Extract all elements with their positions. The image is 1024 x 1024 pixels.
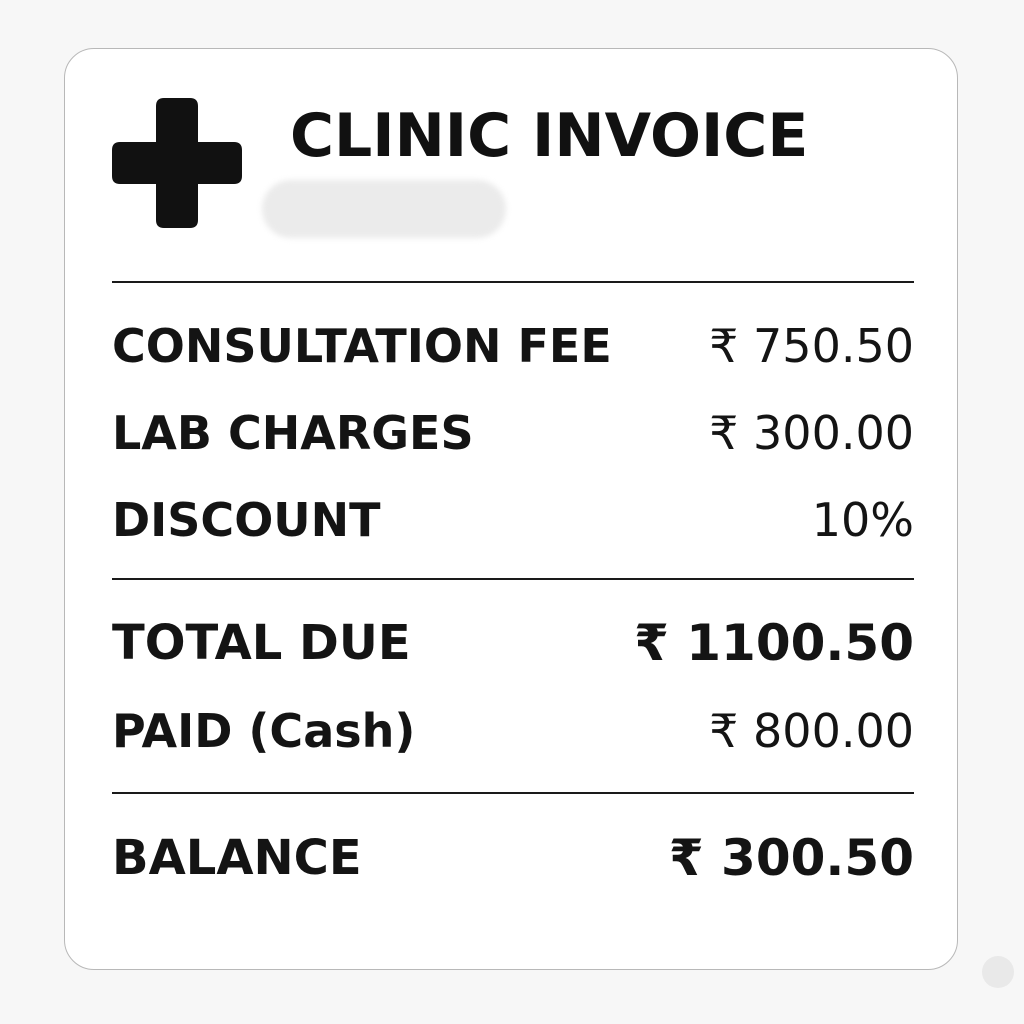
balance-label: BALANCE [112,830,362,886]
total-due-value: ₹ 1100.50 [634,614,914,672]
line-item-label: CONSULTATION FEE [112,319,612,373]
divider-bottom [112,792,914,794]
balance-row: BALANCE ₹ 300.50 [112,826,914,890]
line-item-discount: DISCOUNT 10% [112,488,914,552]
line-item-lab: LAB CHARGES ₹ 300.00 [112,401,914,465]
total-due-row: TOTAL DUE ₹ 1100.50 [112,611,914,675]
line-item-value: ₹ 300.00 [709,406,914,460]
paid-row: PAID (Cash) ₹ 800.00 [112,699,914,763]
corner-dot [982,956,1014,988]
invoice-title: CLINIC INVOICE [290,101,809,171]
line-item-label: DISCOUNT [112,493,381,547]
balance-value: ₹ 300.50 [668,829,914,887]
paid-value: ₹ 800.00 [709,704,914,758]
line-item-label: LAB CHARGES [112,406,474,460]
paid-label: PAID (Cash) [112,704,416,758]
line-item-value: 10% [811,493,914,547]
line-item-consultation: CONSULTATION FEE ₹ 750.50 [112,314,914,378]
redacted-subtitle [262,180,506,238]
medical-cross-icon [112,98,242,228]
divider-middle [112,578,914,580]
divider-top [112,281,914,283]
total-due-label: TOTAL DUE [112,615,411,671]
line-item-value: ₹ 750.50 [709,319,914,373]
